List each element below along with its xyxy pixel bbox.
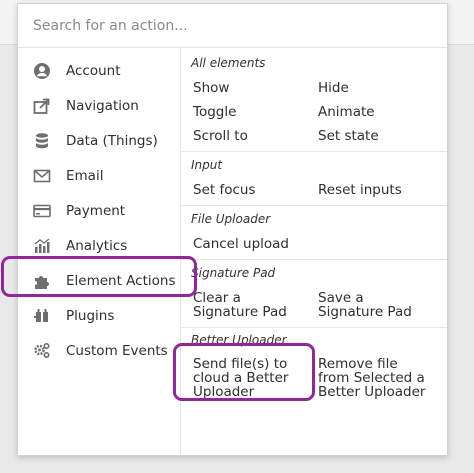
- account-icon: [33, 62, 51, 80]
- payment-icon: [33, 202, 51, 220]
- gears-icon: [33, 342, 51, 360]
- action-animate[interactable]: Animate: [318, 105, 430, 119]
- database-icon: [33, 132, 51, 150]
- email-icon: [33, 167, 51, 185]
- action-save-signature-pad[interactable]: Save a Signature Pad: [318, 291, 430, 319]
- section-title-input: Input: [191, 158, 223, 172]
- category-label: Payment: [66, 202, 126, 219]
- category-custom-events[interactable]: Custom Events: [18, 333, 180, 368]
- category-payment[interactable]: Payment: [18, 193, 180, 228]
- action-toggle[interactable]: Toggle: [193, 105, 308, 119]
- category-plugins[interactable]: Plugins: [18, 298, 180, 333]
- category-label: Element Actions: [66, 272, 176, 289]
- category-label: Analytics: [66, 237, 128, 254]
- category-element-actions[interactable]: Element Actions: [18, 263, 180, 298]
- search-input[interactable]: [18, 4, 447, 48]
- action-clear-signature-pad[interactable]: Clear a Signature Pad: [193, 291, 308, 319]
- category-label: Account: [66, 62, 121, 79]
- action-remove-file-from-selected[interactable]: Remove file from Selected a Better Uploa…: [318, 357, 430, 399]
- category-label: Data (Things): [66, 132, 158, 149]
- category-list: Account Navigation Data (Things) Email P…: [18, 48, 181, 455]
- category-account[interactable]: Account: [18, 53, 180, 88]
- puzzle-icon: [33, 272, 51, 290]
- analytics-icon: [33, 237, 51, 255]
- category-label: Custom Events: [66, 342, 168, 359]
- action-set-state[interactable]: Set state: [318, 129, 430, 143]
- category-email[interactable]: Email: [18, 158, 180, 193]
- action-picker-panel: Account Navigation Data (Things) Email P…: [17, 3, 448, 456]
- action-send-files-to-cloud[interactable]: Send file(s) to cloud a Better Uploader: [193, 357, 298, 399]
- section-title-better-uploader: Better Uploader: [191, 333, 287, 347]
- action-hide[interactable]: Hide: [318, 81, 430, 95]
- category-label: Email: [66, 167, 104, 184]
- section-title-all-elements: All elements: [191, 56, 266, 70]
- action-show[interactable]: Show: [193, 81, 308, 95]
- actions-panel: All elements Show Hide Toggle Animate Sc…: [180, 48, 447, 455]
- divider: [181, 327, 447, 328]
- category-label: Plugins: [66, 307, 115, 324]
- plug-icon: [33, 307, 51, 325]
- section-title-signature-pad: Signature Pad: [191, 266, 276, 280]
- section-title-file-uploader: File Uploader: [191, 212, 271, 226]
- category-navigation[interactable]: Navigation: [18, 88, 180, 123]
- category-data-things[interactable]: Data (Things): [18, 123, 180, 158]
- divider: [181, 151, 447, 152]
- action-reset-inputs[interactable]: Reset inputs: [318, 183, 430, 197]
- category-analytics[interactable]: Analytics: [18, 228, 180, 263]
- divider: [181, 259, 447, 260]
- action-scroll-to[interactable]: Scroll to: [193, 129, 308, 143]
- divider: [181, 205, 447, 206]
- action-set-focus[interactable]: Set focus: [193, 183, 308, 197]
- category-label: Navigation: [66, 97, 139, 114]
- action-cancel-upload[interactable]: Cancel upload: [193, 237, 308, 251]
- navigation-icon: [33, 97, 51, 115]
